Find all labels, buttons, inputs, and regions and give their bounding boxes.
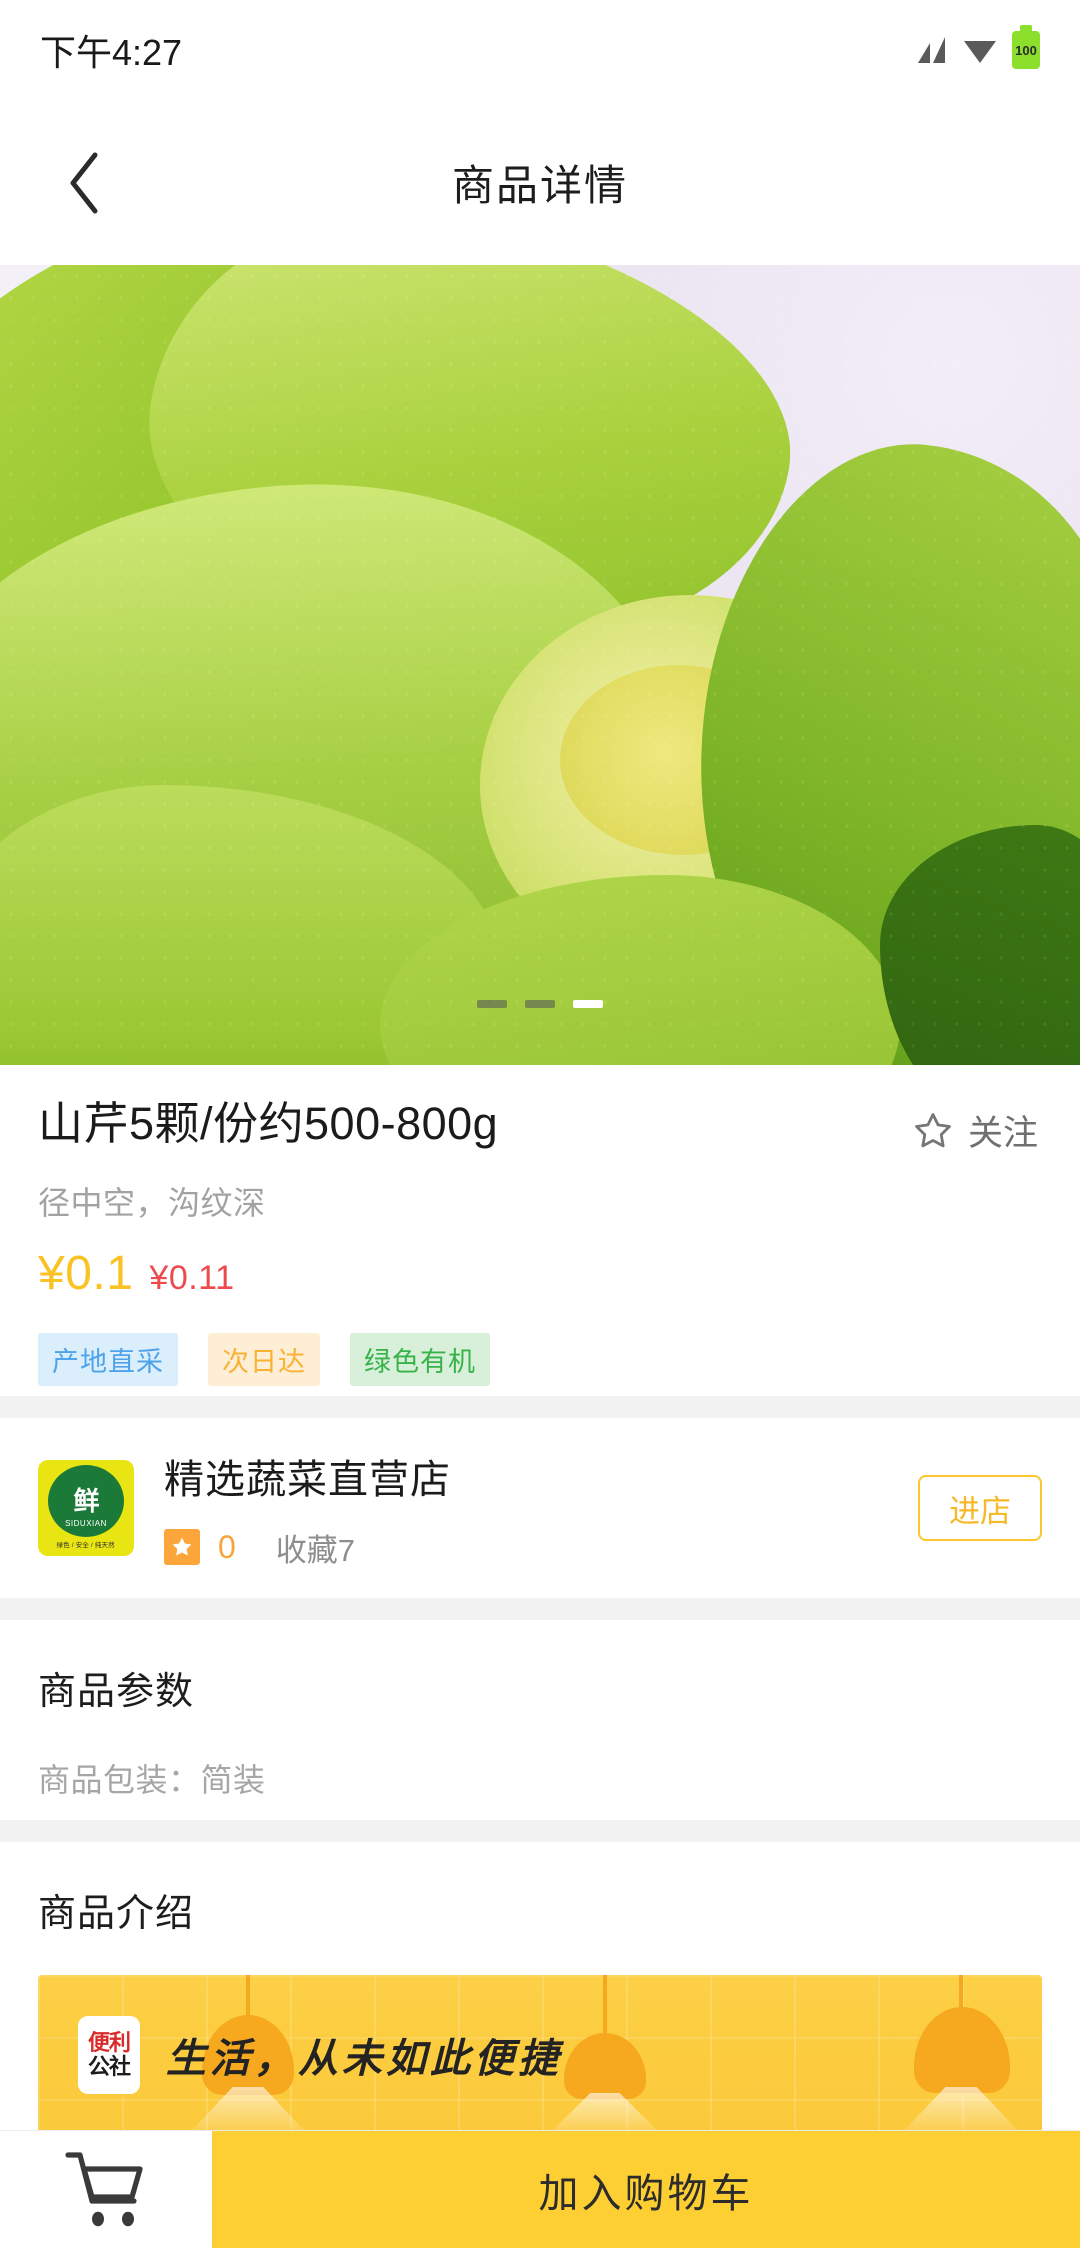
shop-logo: 鲜 SIDUXIAN 绿色 / 安全 / 纯天然 xyxy=(38,1460,134,1556)
shop-details: 精选蔬菜直营店 0 收藏7 xyxy=(134,1447,918,1570)
product-detail-screen: 下午4:27 100 商品详情 山芹5颗/份约500-800g 关注 径中空，沟… xyxy=(0,0,1080,2248)
star-filled-icon xyxy=(172,1537,192,1556)
banner-brand-logo: 便利 公社 xyxy=(78,2016,140,2094)
shop-meta: 0 收藏7 xyxy=(164,1525,918,1570)
banner-logo-bottom: 公社 xyxy=(87,2054,131,2079)
shop-logo-mark: 鲜 xyxy=(73,1486,99,1516)
product-photo xyxy=(0,265,1080,1065)
wifi-icon xyxy=(964,41,996,63)
product-subtitle: 径中空，沟纹深 xyxy=(38,1185,266,1221)
battery-icon: 100 xyxy=(1012,31,1040,69)
tag-organic: 绿色有机 xyxy=(350,1333,490,1386)
tag-next-day: 次日达 xyxy=(208,1333,320,1386)
bottom-action-bar: 加入购物车 xyxy=(0,2130,1080,2248)
price-row: ¥0.1 ¥0.11 xyxy=(38,1246,1042,1301)
title-row: 山芹5颗/份约500-800g 关注 xyxy=(38,1097,1042,1156)
section-divider-1 xyxy=(0,1396,1080,1418)
chevron-left-icon xyxy=(70,152,98,213)
product-title: 山芹5颗/份约500-800g xyxy=(38,1098,499,1149)
nav-bar: 商品详情 xyxy=(0,100,1080,265)
banner-slogan: 生活，从未如此便捷 xyxy=(166,2036,562,2081)
product-info-section: 山芹5颗/份约500-800g 关注 径中空，沟纹深 ¥0.1 ¥0.11 产地… xyxy=(0,1065,1080,1416)
current-price: ¥0.1 xyxy=(38,1247,134,1300)
params-heading: 商品参数 xyxy=(38,1671,195,1713)
carousel-indicator-1[interactable] xyxy=(477,1000,507,1008)
follow-button[interactable]: 关注 xyxy=(912,1097,1042,1156)
back-button[interactable] xyxy=(50,148,120,218)
tag-origin-direct: 产地直采 xyxy=(38,1333,178,1386)
product-params-section: 商品参数 商品包装：简装 xyxy=(0,1620,1080,1820)
follow-label: 关注 xyxy=(967,1114,1038,1153)
shopping-cart-icon xyxy=(65,2151,143,2226)
shop-logo-english: SIDUXIAN xyxy=(65,1519,107,1528)
original-price: ¥0.11 xyxy=(149,1259,235,1297)
shop-logo-footer: 绿色 / 安全 / 纯天然 xyxy=(56,1542,116,1549)
intro-heading: 商品介绍 xyxy=(38,1893,195,1935)
rating-badge xyxy=(164,1529,200,1565)
promo-banner[interactable]: 便利 公社 生活，从未如此便捷 xyxy=(38,1975,1042,2135)
add-to-cart-button[interactable]: 加入购物车 xyxy=(212,2130,1080,2248)
enter-shop-button[interactable]: 进店 xyxy=(918,1475,1042,1541)
status-icons: 100 xyxy=(916,31,1040,69)
shop-favorites: 收藏7 xyxy=(275,1532,356,1568)
product-image-carousel[interactable] xyxy=(0,265,1080,1065)
shop-section[interactable]: 鲜 SIDUXIAN 绿色 / 安全 / 纯天然 精选蔬菜直营店 0 收藏7 进… xyxy=(0,1418,1080,1598)
status-time: 下午4:27 xyxy=(40,32,183,73)
cart-button[interactable] xyxy=(0,2131,212,2248)
shop-rating: 0 xyxy=(218,1528,236,1565)
product-intro-section: 商品介绍 便利 公社 生活，从未如此便捷 xyxy=(0,1842,1080,2135)
banner-logo-top: 便利 xyxy=(87,2030,131,2055)
carousel-indicator-2[interactable] xyxy=(525,1000,555,1008)
carousel-indicator-3[interactable] xyxy=(573,1000,603,1008)
lamp-icon-2 xyxy=(544,1975,666,2135)
battery-level: 100 xyxy=(1015,42,1037,58)
shop-logo-emblem: 鲜 SIDUXIAN xyxy=(48,1465,124,1537)
section-divider-3 xyxy=(0,1820,1080,1842)
page-title: 商品详情 xyxy=(451,162,628,209)
signal-icon xyxy=(918,37,945,63)
product-tags: 产地直采 次日达 绿色有机 xyxy=(38,1333,1042,1386)
shop-name: 精选蔬菜直营店 xyxy=(164,1457,451,1502)
status-bar: 下午4:27 100 xyxy=(0,0,1080,100)
lamp-icon-3 xyxy=(896,1975,1026,2135)
star-outline-icon xyxy=(915,1112,951,1147)
carousel-indicators[interactable] xyxy=(477,1000,603,1008)
param-row-packaging: 商品包装：简装 xyxy=(38,1762,266,1798)
section-divider-2 xyxy=(0,1598,1080,1620)
